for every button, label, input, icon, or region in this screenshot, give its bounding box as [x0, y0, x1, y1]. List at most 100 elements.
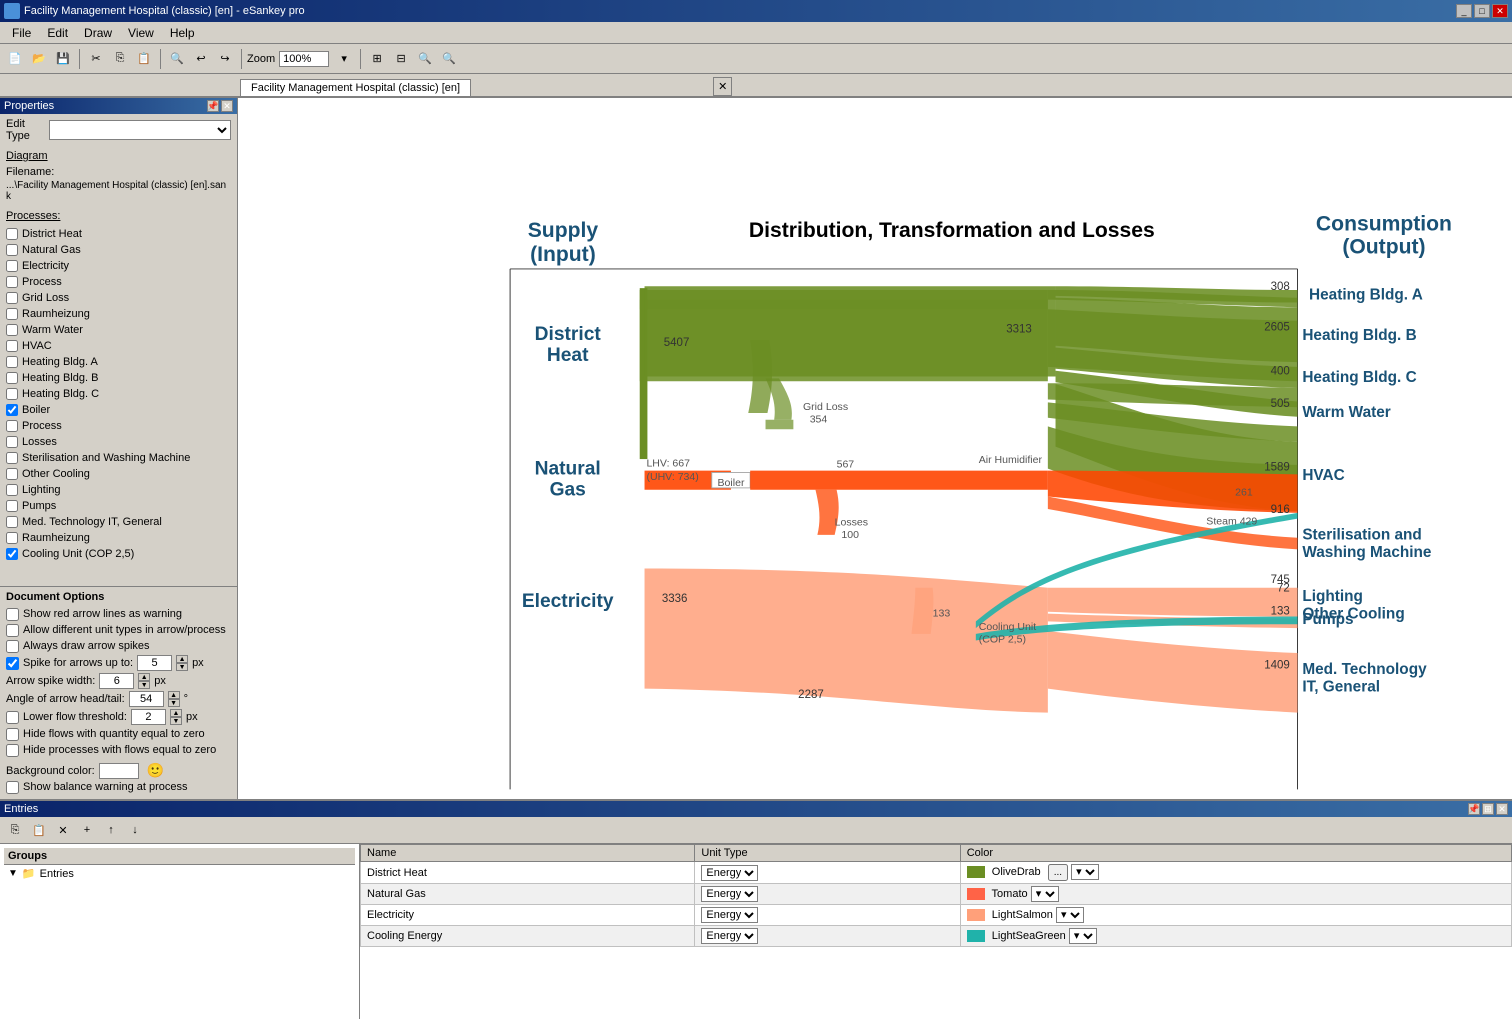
unit-select-cooling[interactable]: Energy — [701, 928, 758, 944]
fit-button[interactable]: ⊞ — [366, 48, 388, 70]
angle-up[interactable]: ▲ — [168, 691, 180, 699]
process-checkbox-electricity[interactable] — [6, 260, 18, 272]
grid-button[interactable]: ⊟ — [390, 48, 412, 70]
menu-draw[interactable]: Draw — [76, 25, 120, 41]
electricity-flows — [645, 569, 1298, 713]
process-checkbox-cooling-unit[interactable] — [6, 548, 18, 560]
zoom-dropdown-button[interactable]: ▾ — [333, 48, 355, 70]
process-item-med-tech: Med. Technology IT, General — [6, 514, 231, 530]
unit-select-electricity[interactable]: Energy — [701, 907, 758, 923]
menu-view[interactable]: View — [120, 25, 162, 41]
bg-color-swatch[interactable] — [99, 763, 139, 779]
paste-button[interactable]: 📋 — [133, 48, 155, 70]
checkbox-balance-warning[interactable] — [6, 781, 19, 794]
process-checkbox-losses[interactable] — [6, 436, 18, 448]
flow-threshold-down[interactable]: ▼ — [170, 717, 182, 725]
checkbox-diff-units[interactable] — [6, 624, 19, 637]
maximize-button[interactable]: □ — [1474, 4, 1490, 18]
search-button[interactable]: 🔍 — [166, 48, 188, 70]
copy-button[interactable]: ⎘ — [109, 48, 131, 70]
process-checkbox-pumps[interactable] — [6, 500, 18, 512]
entries-float-button[interactable]: ⊞ — [1482, 803, 1494, 815]
spike-width-up[interactable]: ▲ — [138, 673, 150, 681]
entries-paste-btn[interactable]: 📋 — [28, 819, 50, 841]
process-checkbox-natural-gas[interactable] — [6, 244, 18, 256]
checkbox-spike-arrows[interactable] — [6, 657, 19, 670]
process-item-heating-b: Heating Bldg. B — [6, 370, 231, 386]
menu-help[interactable]: Help — [162, 25, 203, 41]
entries-add-btn[interactable]: + — [76, 819, 98, 841]
flow-threshold-input[interactable] — [131, 709, 166, 725]
color-select-electricity[interactable]: ▾ — [1056, 907, 1084, 923]
process-checkbox-grid-loss[interactable] — [6, 292, 18, 304]
undo-button[interactable]: ↩ — [190, 48, 212, 70]
flow-threshold-up[interactable]: ▲ — [170, 709, 182, 717]
process-checkbox-process2[interactable] — [6, 420, 18, 432]
spike-arrows-up[interactable]: ▲ — [176, 655, 188, 663]
process-checkbox-warm-water[interactable] — [6, 324, 18, 336]
open-button[interactable]: 📂 — [28, 48, 50, 70]
spike-arrows-down[interactable]: ▼ — [176, 663, 188, 671]
entries-copy-btn[interactable]: ⎘ — [4, 819, 26, 841]
entries-up-btn[interactable]: ↑ — [100, 819, 122, 841]
save-button[interactable]: 💾 — [52, 48, 74, 70]
smiley-icon[interactable]: 🙂 — [147, 762, 164, 779]
toolbar: 📄 📂 💾 ✂ ⎘ 📋 🔍 ↩ ↪ Zoom ▾ ⊞ ⊟ 🔍 🔍 — [0, 44, 1512, 74]
zoom-in-button[interactable]: 🔍 — [414, 48, 436, 70]
zoom-input[interactable] — [279, 51, 329, 67]
angle-input[interactable] — [129, 691, 164, 707]
tab-close-all[interactable]: ✕ — [713, 77, 732, 96]
main-tab[interactable]: Facility Management Hospital (classic) [… — [240, 79, 471, 96]
process-checkbox-other-cooling[interactable] — [6, 468, 18, 480]
redo-button[interactable]: ↪ — [214, 48, 236, 70]
groups-entries-item[interactable]: ▼ 📁 Entries — [4, 865, 355, 882]
menu-file[interactable]: File — [4, 25, 39, 41]
process-checkbox-raumheizung2[interactable] — [6, 532, 18, 544]
unit-select-natural-gas[interactable]: Energy — [701, 886, 758, 902]
color-select-natural-gas[interactable]: ▾ — [1031, 886, 1059, 902]
process-checkbox-boiler[interactable] — [6, 404, 18, 416]
panel-pin-button[interactable]: 📌 — [207, 100, 219, 112]
checkbox-draw-spikes[interactable] — [6, 640, 19, 653]
process-item-natural-gas: Natural Gas — [6, 242, 231, 258]
spike-arrows-input[interactable] — [137, 655, 172, 671]
minimize-button[interactable]: _ — [1456, 4, 1472, 18]
process-checkbox-heating-c[interactable] — [6, 388, 18, 400]
process-checkbox-heating-a[interactable] — [6, 356, 18, 368]
color-select-cooling[interactable]: ▾ — [1069, 928, 1097, 944]
entries-delete-btn[interactable]: ✕ — [52, 819, 74, 841]
checkbox-hide-processes[interactable] — [6, 744, 19, 757]
color-btn-district-heat[interactable]: ... — [1048, 864, 1068, 881]
spike-width-down[interactable]: ▼ — [138, 681, 150, 689]
menu-edit[interactable]: Edit — [39, 25, 76, 41]
close-button[interactable]: ✕ — [1492, 4, 1508, 18]
process-checkbox-lighting[interactable] — [6, 484, 18, 496]
unit-select-district-heat[interactable]: Energy — [701, 865, 758, 881]
process-checkbox-process1[interactable] — [6, 276, 18, 288]
angle-down[interactable]: ▼ — [168, 699, 180, 707]
process-checkbox-raumheizung[interactable] — [6, 308, 18, 320]
process-checkbox-med-tech[interactable] — [6, 516, 18, 528]
entries-pin-button[interactable]: 📌 — [1468, 803, 1480, 815]
panel-close-button[interactable]: ✕ — [221, 100, 233, 112]
expand-icon[interactable]: ▼ — [8, 868, 18, 879]
mid-num-3313: 3313 — [1006, 323, 1032, 335]
checkbox-flow-threshold[interactable] — [6, 711, 19, 724]
out-label-hvac: HVAC — [1302, 467, 1344, 484]
dist-title: Distribution, Transformation and Losses — [749, 219, 1155, 242]
edit-type-select[interactable] — [49, 120, 231, 140]
cut-button[interactable]: ✂ — [85, 48, 107, 70]
new-button[interactable]: 📄 — [4, 48, 26, 70]
entries-close-button[interactable]: ✕ — [1496, 803, 1508, 815]
process-checkbox-sterilisation[interactable] — [6, 452, 18, 464]
zoom-out-button[interactable]: 🔍 — [438, 48, 460, 70]
process-checkbox-heating-b[interactable] — [6, 372, 18, 384]
process-checkbox-hvac[interactable] — [6, 340, 18, 352]
ng-after-boiler — [750, 471, 1048, 490]
checkbox-hide-zero[interactable] — [6, 728, 19, 741]
color-select-district-heat[interactable]: ▾ — [1071, 864, 1099, 880]
spike-width-input[interactable] — [99, 673, 134, 689]
checkbox-red-arrow[interactable] — [6, 608, 19, 621]
process-checkbox-district-heat[interactable] — [6, 228, 18, 240]
entries-down-btn[interactable]: ↓ — [124, 819, 146, 841]
